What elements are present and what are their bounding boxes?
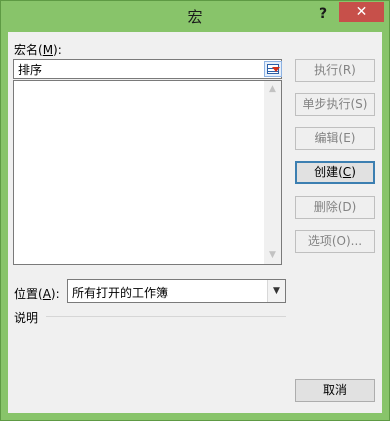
create-button[interactable]: 创建(C) [295,161,375,184]
macro-list-scrollbar[interactable]: ▲ ▼ [264,81,281,264]
edit-button[interactable]: 编辑(E) [295,127,375,150]
scroll-down-icon[interactable]: ▼ [264,247,281,264]
chevron-down-icon[interactable]: ▼ [267,280,285,302]
range-arrow-icon [272,67,280,72]
macro-name-label: 宏名(M): [14,43,62,57]
close-icon: ✕ [355,4,368,20]
scroll-up-icon[interactable]: ▲ [264,81,281,98]
title-bar[interactable]: 宏 ? ✕ [1,1,389,31]
description-divider [46,316,286,317]
delete-button[interactable]: 删除(D) [295,196,375,219]
macro-list[interactable]: ▲ ▼ [13,80,282,265]
description-label: 说明 [14,311,39,325]
options-button[interactable]: 选项(O)... [295,230,375,253]
macro-name-input[interactable] [13,59,282,79]
dialog-body: 宏名(M): ▲ ▼ 执行(R) 单步执行(S) 编辑(E) 创建(C) 删除(… [8,32,382,413]
cancel-button[interactable]: 取消 [295,379,375,402]
location-label: 位置(A): [14,287,60,301]
help-button[interactable]: ? [310,3,336,25]
location-selected-value: 所有打开的工作簿 [72,286,169,300]
step-into-button[interactable]: 单步执行(S) [295,93,375,116]
close-button[interactable]: ✕ [339,2,384,22]
location-select[interactable]: 所有打开的工作簿 ▼ [67,279,286,303]
run-button[interactable]: 执行(R) [295,59,375,82]
macro-dialog: 宏 ? ✕ 宏名(M): ▲ ▼ 执行(R) 单步执行(S) 编辑(E) 创建(… [0,0,390,421]
range-select-button[interactable] [264,61,282,77]
